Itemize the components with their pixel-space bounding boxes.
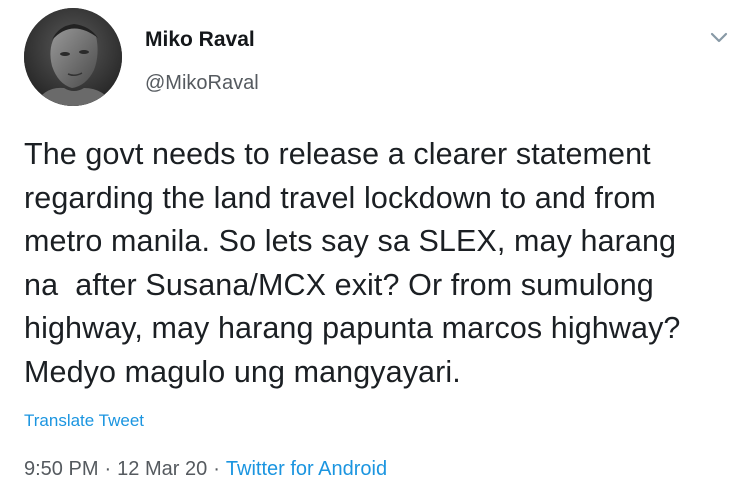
tweet-date[interactable]: 12 Mar 20 [117,458,207,480]
tweet-text-line: The govt needs to release a clearer stat… [24,137,651,171]
tweet-text-line: Medyo magulo ung mangyayari. [24,354,461,389]
author-name[interactable]: Miko Raval [145,28,255,52]
tweet-text-line: metro manila. So lets say sa SLEX, may h… [24,224,677,258]
tweet-text-line: na after Susana/MCX exit? Or from sumulo… [24,267,654,302]
tweet-text-line: regarding the land travel lockdown to an… [24,180,656,215]
tweet-source-link[interactable]: Twitter for Android [226,458,387,480]
tweet-time[interactable]: 9:50 PM [24,458,98,480]
tweet-card: Miko Raval @MikoRaval The govt needs to … [0,0,750,492]
meta-separator: · [104,458,112,480]
translate-tweet-link[interactable]: Translate Tweet [24,411,144,431]
meta-separator: · [213,458,220,480]
tweet-text: The govt needs to release a clearer stat… [24,133,740,394]
tweet-meta: 9:50 PM · 12 Mar 20 · Twitter for Android [24,458,387,481]
author-handle[interactable]: @MikoRaval [145,72,259,95]
tweet-text-line: highway, may harang papunta marcos highw… [24,311,681,345]
avatar[interactable] [24,8,122,106]
chevron-down-icon[interactable] [706,24,732,50]
